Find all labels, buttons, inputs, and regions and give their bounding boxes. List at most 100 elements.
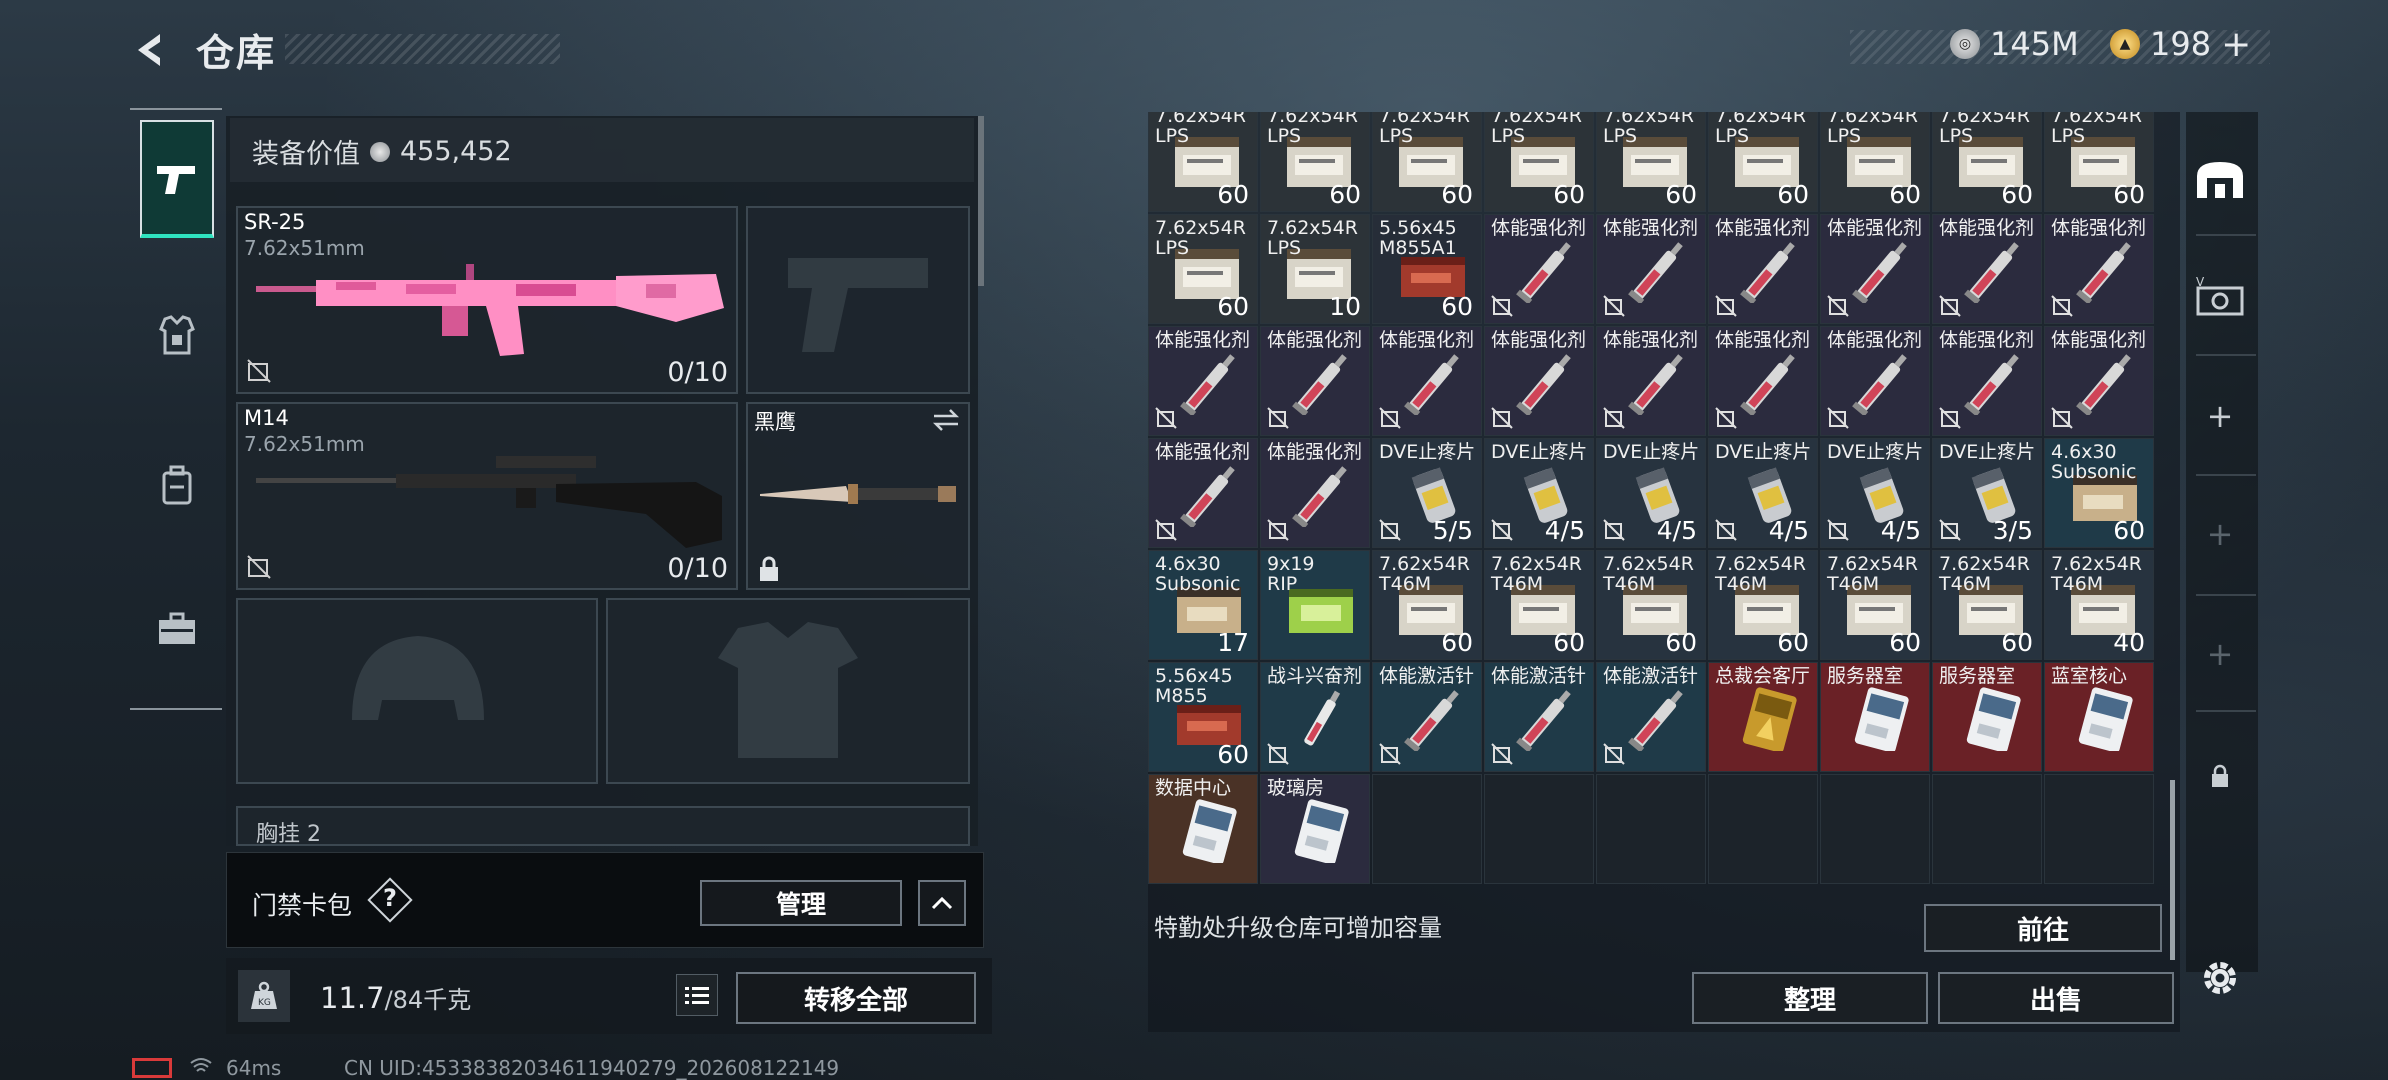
- inventory-item[interactable]: 体能激活针: [1596, 662, 1706, 772]
- collapse-button[interactable]: [918, 880, 966, 926]
- settings-button[interactable]: [2186, 950, 2254, 1006]
- inventory-item[interactable]: 7.62x54R LPS 60: [1148, 112, 1258, 212]
- inventory-item[interactable]: 体能强化剂: [1148, 326, 1258, 436]
- inventory-item[interactable]: 体能强化剂: [1708, 326, 1818, 436]
- inventory-item[interactable]: 7.62x54R LPS 60: [2044, 112, 2154, 212]
- swap-icon[interactable]: [932, 408, 960, 432]
- inventory-item[interactable]: 玻璃房: [1260, 774, 1370, 884]
- inventory-item[interactable]: 4.6x30 Subsonic 17: [1148, 550, 1258, 660]
- empty-slot[interactable]: [1484, 774, 1594, 884]
- empty-slot[interactable]: [1372, 774, 1482, 884]
- inventory-item[interactable]: 体能强化剂: [1260, 326, 1370, 436]
- nav-weapon[interactable]: [140, 120, 214, 238]
- empty-slot[interactable]: [1820, 774, 1930, 884]
- syringe-icon: [1507, 351, 1585, 417]
- body-armor-slot[interactable]: [606, 598, 970, 784]
- inventory-item[interactable]: 体能强化剂: [1820, 326, 1930, 436]
- inventory-item[interactable]: 5.56x45 M855A1 60: [1372, 214, 1482, 324]
- inventory-item[interactable]: 服务器室: [1820, 662, 1930, 772]
- empty-slot[interactable]: [1932, 774, 2042, 884]
- inventory-item[interactable]: DVE止疼片 4/5: [1596, 438, 1706, 548]
- add-storage-button-2[interactable]: +: [2186, 514, 2254, 554]
- inventory-item[interactable]: 7.62x54R LPS 60: [1148, 214, 1258, 324]
- transfer-all-button[interactable]: 转移全部: [736, 972, 976, 1024]
- inventory-item[interactable]: 7.62x54R T46M 60: [1484, 550, 1594, 660]
- sell-button[interactable]: 出售: [1938, 972, 2174, 1024]
- inventory-item[interactable]: 体能强化剂: [1260, 438, 1370, 548]
- inventory-item[interactable]: 服务器室: [1932, 662, 2042, 772]
- inventory-item[interactable]: 7.62x54R T46M 40: [2044, 550, 2154, 660]
- inventory-item[interactable]: 7.62x54R LPS 60: [1932, 112, 2042, 212]
- loadout-scrollbar[interactable]: [978, 116, 984, 286]
- inventory-item[interactable]: DVE止疼片 4/5: [1484, 438, 1594, 548]
- inventory-item[interactable]: DVE止疼片 4/5: [1820, 438, 1930, 548]
- manage-button[interactable]: 管理: [700, 880, 902, 926]
- sort-button[interactable]: 整理: [1692, 972, 1928, 1024]
- nav-armor[interactable]: [140, 276, 214, 394]
- locked-storage-button[interactable]: [2186, 756, 2254, 796]
- pistol-slot[interactable]: [746, 206, 970, 394]
- inventory-item[interactable]: 7.62x54R LPS 60: [1820, 112, 1930, 212]
- inventory-item[interactable]: 5.56x45 M855 60: [1148, 662, 1258, 772]
- no-drop-icon: [1715, 519, 1737, 541]
- inventory-item[interactable]: 体能激活针: [1372, 662, 1482, 772]
- inventory-item[interactable]: 7.62x54R LPS 60: [1708, 112, 1818, 212]
- help-icon[interactable]: ?: [383, 884, 397, 912]
- inventory-item[interactable]: 7.62x54R T46M 60: [1708, 550, 1818, 660]
- inventory-item[interactable]: 体能强化剂: [1484, 326, 1594, 436]
- inventory-item[interactable]: 7.62x54R T46M 60: [1372, 550, 1482, 660]
- inventory-item[interactable]: 体能强化剂: [1932, 326, 2042, 436]
- nav-backpack[interactable]: [140, 426, 214, 544]
- item-name: DVE止疼片: [1379, 441, 1476, 463]
- inventory-item[interactable]: 7.62x54R LPS 60: [1596, 112, 1706, 212]
- inventory-item[interactable]: 7.62x54R LPS 60: [1260, 112, 1370, 212]
- inventory-item[interactable]: 7.62x54R LPS 60: [1484, 112, 1594, 212]
- inventory-item[interactable]: 4.6x30 Subsonic 60: [2044, 438, 2154, 548]
- nav-toolbox[interactable]: [140, 570, 214, 688]
- inventory-item[interactable]: 体能激活针: [1484, 662, 1594, 772]
- goto-button[interactable]: 前往: [1924, 904, 2162, 952]
- inventory-item[interactable]: 数据中心: [1148, 774, 1258, 884]
- add-storage-button-1[interactable]: +: [2186, 396, 2254, 436]
- inventory-scrollbar[interactable]: [2170, 780, 2175, 960]
- vehicle-storage-button[interactable]: V: [2186, 266, 2254, 326]
- inventory-item[interactable]: 体能强化剂: [2044, 326, 2154, 436]
- primary-weapon-slot[interactable]: SR-25 7.62x51mm 0/10: [236, 206, 738, 394]
- coin-icon: [370, 141, 390, 162]
- storage-tab-button[interactable]: [2186, 148, 2254, 212]
- inventory-item[interactable]: 体能强化剂: [1372, 326, 1482, 436]
- inventory-item[interactable]: 体能强化剂: [1484, 214, 1594, 324]
- empty-slot[interactable]: [2044, 774, 2154, 884]
- inventory-item[interactable]: DVE止疼片 3/5: [1932, 438, 2042, 548]
- inventory-item[interactable]: 体能强化剂: [1932, 214, 2042, 324]
- melee-slot[interactable]: 黑鹰: [746, 402, 970, 590]
- inventory-item[interactable]: 战斗兴奋剂: [1260, 662, 1370, 772]
- back-icon[interactable]: [128, 28, 172, 72]
- inventory-item[interactable]: DVE止疼片 5/5: [1372, 438, 1482, 548]
- secondary-weapon-slot[interactable]: M14 7.62x51mm 0/10: [236, 402, 738, 590]
- inventory-item[interactable]: 7.62x54R T46M 60: [1932, 550, 2042, 660]
- item-subname: Subsonic: [1155, 573, 1241, 595]
- currency-premium[interactable]: ▲ 198 +: [2110, 22, 2251, 66]
- currency-add-button[interactable]: +: [2221, 24, 2251, 65]
- inventory-item[interactable]: DVE止疼片 4/5: [1708, 438, 1818, 548]
- inventory-item[interactable]: 体能强化剂: [1148, 438, 1258, 548]
- chest-rig-slot[interactable]: 胸挂 2: [236, 806, 970, 847]
- inventory-item[interactable]: 9x19 RIP: [1260, 550, 1370, 660]
- empty-slot[interactable]: [1596, 774, 1706, 884]
- add-storage-button-3[interactable]: +: [2186, 634, 2254, 674]
- helmet-slot[interactable]: [236, 598, 598, 784]
- empty-slot[interactable]: [1708, 774, 1818, 884]
- inventory-item[interactable]: 7.62x54R LPS 10: [1260, 214, 1370, 324]
- inventory-item[interactable]: 体能强化剂: [1820, 214, 1930, 324]
- inventory-item[interactable]: 蓝室核心: [2044, 662, 2154, 772]
- inventory-item[interactable]: 7.62x54R LPS 60: [1372, 112, 1482, 212]
- inventory-item[interactable]: 7.62x54R T46M 60: [1820, 550, 1930, 660]
- inventory-item[interactable]: 体能强化剂: [1596, 214, 1706, 324]
- inventory-item[interactable]: 体能强化剂: [1596, 326, 1706, 436]
- inventory-item[interactable]: 7.62x54R T46M 60: [1596, 550, 1706, 660]
- inventory-item[interactable]: 体能强化剂: [1708, 214, 1818, 324]
- inventory-item[interactable]: 总裁会客厅: [1708, 662, 1818, 772]
- inventory-item[interactable]: 体能强化剂: [2044, 214, 2154, 324]
- list-view-button[interactable]: [676, 974, 718, 1016]
